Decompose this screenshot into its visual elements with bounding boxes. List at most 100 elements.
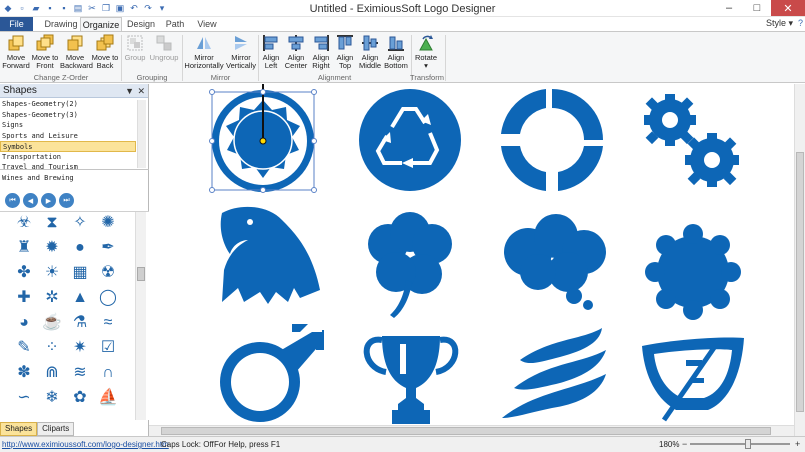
align-left-button[interactable]: Align Left <box>260 34 282 70</box>
category-item[interactable]: Travel and Tourism <box>0 162 136 173</box>
waves-logo[interactable] <box>502 328 606 418</box>
cross-icon[interactable]: ✚ <box>13 287 35 309</box>
tab-drawing[interactable]: Drawing <box>42 17 80 31</box>
align-right-button[interactable]: Align Right <box>309 34 333 70</box>
category-item[interactable]: Transportation <box>0 152 136 163</box>
category-scrollbar[interactable] <box>137 100 146 168</box>
triangle-badge-icon[interactable]: ▲ <box>69 287 91 309</box>
maximize-button[interactable]: □ <box>743 0 771 16</box>
move-to-front-button[interactable]: Move to Front <box>30 34 60 70</box>
coffee-cup-icon[interactable]: ☕ <box>41 312 63 334</box>
last-page-icon[interactable]: ⏭ <box>59 193 74 208</box>
category-list[interactable]: Shapes-Geometry(2) Shapes-Geometry(3) Si… <box>0 99 149 182</box>
tab-shapes[interactable]: Shapes <box>0 422 38 436</box>
horizontal-scroll-thumb[interactable] <box>161 427 771 435</box>
ungroup-button[interactable]: Ungroup <box>148 34 180 62</box>
zoom-slider[interactable] <box>690 439 790 449</box>
help-icon[interactable]: ? <box>798 18 803 28</box>
align-center-button[interactable]: Align Center <box>284 34 308 70</box>
ball-icon[interactable]: ● <box>69 237 91 259</box>
diamonds-icon[interactable]: ✧ <box>69 212 91 234</box>
vertical-scroll-thumb[interactable] <box>796 152 804 412</box>
first-page-icon[interactable]: ⏮ <box>5 193 20 208</box>
male-symbol-logo[interactable] <box>220 324 324 422</box>
tab-file[interactable]: File <box>0 17 33 31</box>
rowboat-logo[interactable] <box>642 337 744 422</box>
flower-gear-logo[interactable] <box>645 224 741 320</box>
tab-path[interactable]: Path <box>163 17 187 31</box>
dots-icon[interactable]: ⁘ <box>41 337 63 359</box>
swoosh-icon[interactable]: ∽ <box>13 387 35 409</box>
snowflake-icon[interactable]: ❄ <box>41 387 63 409</box>
pinwheel-icon[interactable]: ✤ <box>13 262 35 284</box>
move-to-back-button[interactable]: Move to Back <box>90 34 120 70</box>
gears-logo[interactable] <box>644 94 739 187</box>
tab-design[interactable]: Design <box>125 17 157 31</box>
move-forward-button[interactable]: Move Forward <box>2 34 30 70</box>
thought-bubble-logo[interactable] <box>504 214 606 310</box>
close-button[interactable]: ✕ <box>771 0 805 16</box>
align-bottom-button[interactable]: Align Bottom <box>383 34 409 70</box>
zoom-in-icon[interactable]: + <box>795 437 800 452</box>
prev-page-icon[interactable]: ◀ <box>23 193 38 208</box>
recycle-logo[interactable] <box>359 89 461 191</box>
wave-icon[interactable]: ≈ <box>97 312 119 334</box>
align-top-button[interactable]: Align Top <box>334 34 356 70</box>
sunrise-icon[interactable]: ☀ <box>41 262 63 284</box>
zoom-slider-knob[interactable] <box>744 439 751 449</box>
tab-organize[interactable]: Organize <box>80 17 122 31</box>
pencil-icon[interactable]: ✎ <box>13 337 35 359</box>
feather-icon[interactable]: ✒ <box>97 237 119 259</box>
figures-icon[interactable]: ✲ <box>41 287 63 309</box>
category-item[interactable]: Shapes-Geometry(2) <box>0 99 136 110</box>
sunburst-icon[interactable]: ✺ <box>97 212 119 234</box>
zoom-out-icon[interactable]: − <box>682 437 687 452</box>
tab-view[interactable]: View <box>195 17 219 31</box>
canvas-vertical-scrollbar[interactable] <box>794 84 805 436</box>
category-item[interactable]: Signs <box>0 120 136 131</box>
checker-icon[interactable]: ▦ <box>69 262 91 284</box>
group-button[interactable]: Group <box>123 34 147 62</box>
sun-icon[interactable]: ✹ <box>41 237 63 259</box>
ring-icon[interactable]: ◯ <box>97 287 119 309</box>
rotate-button[interactable]: Rotate ▾ <box>413 34 439 70</box>
gear-burst-icon[interactable]: ✷ <box>69 337 91 359</box>
style-menu[interactable]: Style ▾ <box>766 18 793 29</box>
trophy-logo[interactable] <box>363 336 459 424</box>
mirror-horizontally-button[interactable]: Mirror Horizontally <box>184 34 224 70</box>
shapes-scroll-thumb[interactable] <box>137 267 145 281</box>
category-item[interactable]: Wines and Brewing <box>0 173 136 184</box>
category-item[interactable]: Sports and Leisure <box>0 131 136 142</box>
swirl-icon[interactable]: ✽ <box>13 362 35 384</box>
arch-icon[interactable]: ∩ <box>97 362 119 384</box>
biohazard-icon[interactable]: ☣ <box>13 212 35 234</box>
checkbox-icon[interactable]: ☑ <box>97 337 119 359</box>
panel-menu-icon[interactable]: ▼ <box>125 84 134 98</box>
align-middle-button[interactable]: Align Middle <box>357 34 383 70</box>
category-item-selected[interactable]: Symbols <box>0 141 136 152</box>
category-item[interactable]: Shapes-Geometry(3) <box>0 110 136 121</box>
radiation-icon[interactable]: ☢ <box>97 262 119 284</box>
group-separator <box>121 35 122 81</box>
website-link[interactable]: http://www.eximioussoft.com/logo-designe… <box>2 437 169 452</box>
panel-close-icon[interactable]: ✕ <box>137 84 145 98</box>
clover-logo[interactable] <box>368 212 452 318</box>
next-page-icon[interactable]: ▶ <box>41 193 56 208</box>
canvas-horizontal-scrollbar[interactable] <box>149 425 794 436</box>
tab-cliparts[interactable]: Cliparts <box>37 422 75 436</box>
move-backward-button[interactable]: Move Backward <box>60 34 93 70</box>
hourglass-icon[interactable]: ⧗ <box>41 212 63 234</box>
tower-icon[interactable]: ♜ <box>13 237 35 259</box>
design-canvas[interactable] <box>149 84 794 436</box>
test-tubes-icon[interactable]: ⚗ <box>69 312 91 334</box>
eagle-head-logo[interactable] <box>220 206 320 304</box>
horseshoe-icon[interactable]: ⋒ <box>41 362 63 384</box>
fish-icon[interactable]: ◕ <box>13 312 35 334</box>
flames-icon[interactable]: ≋ <box>69 362 91 384</box>
minimize-button[interactable]: – <box>715 0 743 16</box>
shapes-scrollbar[interactable] <box>135 212 146 420</box>
circular-arrows-logo[interactable] <box>501 89 603 191</box>
ship-icon[interactable]: ⛵ <box>97 387 119 409</box>
mirror-vertically-button[interactable]: Mirror Vertically <box>225 34 257 70</box>
flower-text-icon[interactable]: ✿ <box>69 387 91 409</box>
